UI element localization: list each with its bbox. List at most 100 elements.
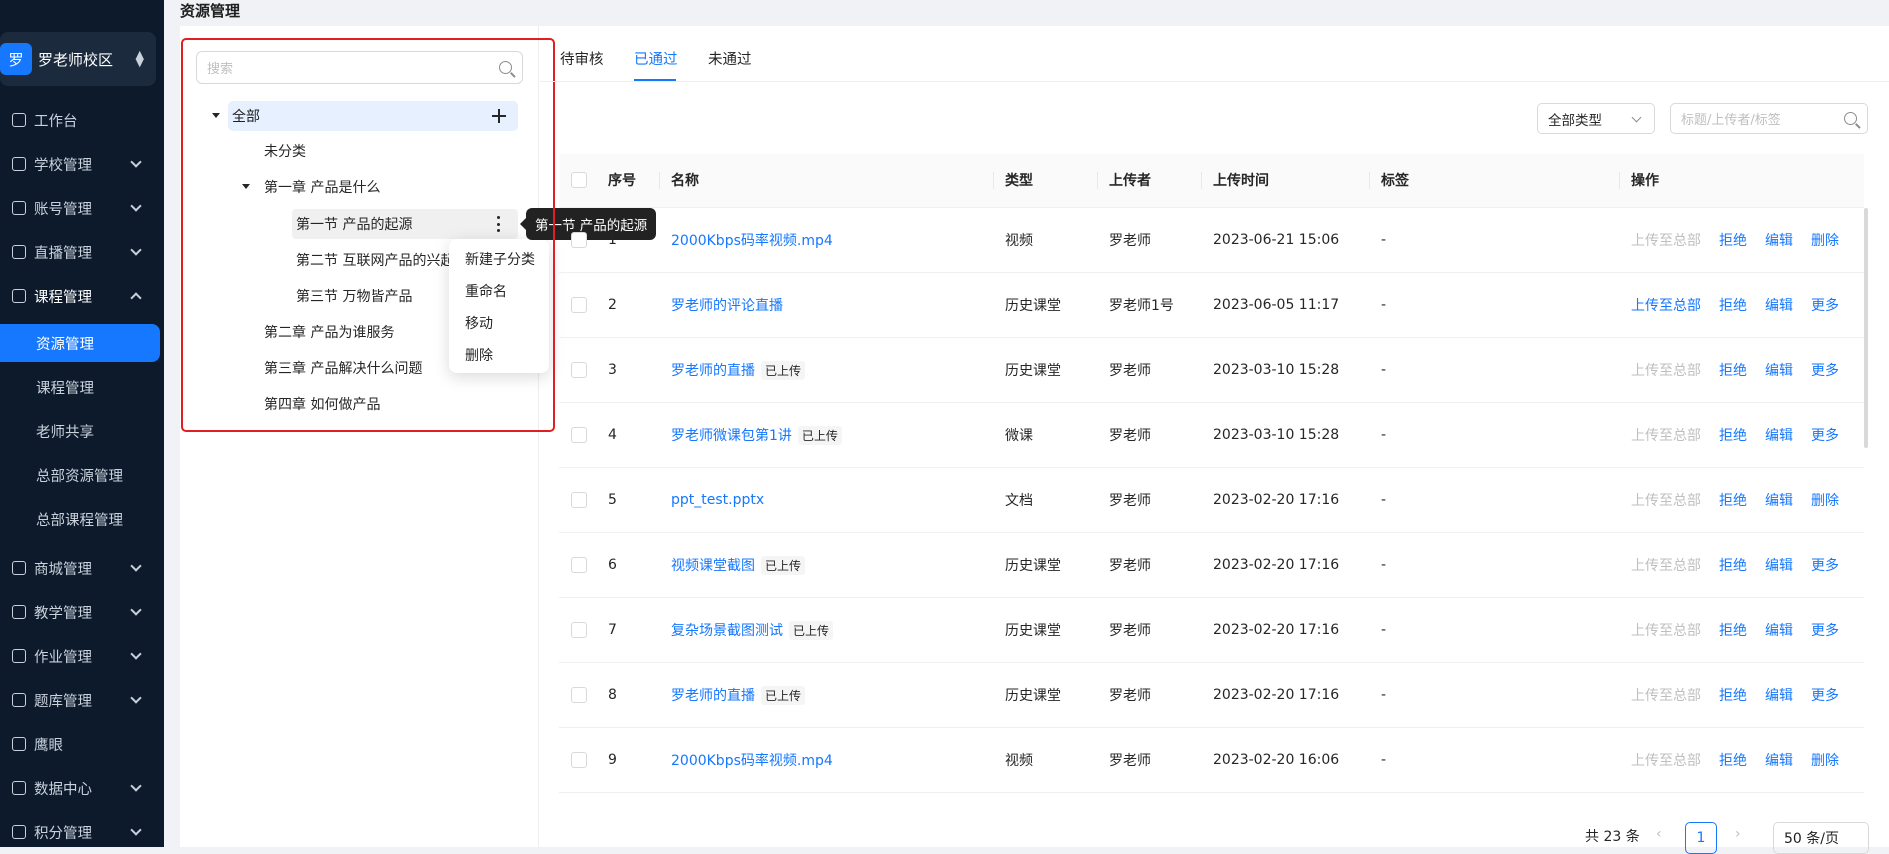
resource-link[interactable]: 2000Kbps码率视频.mp4: [671, 753, 833, 769]
row-action[interactable]: 拒绝: [1719, 623, 1747, 639]
tree-search-input[interactable]: 搜索: [196, 51, 523, 84]
row-action[interactable]: 拒绝: [1719, 298, 1747, 314]
row-checkbox[interactable]: [571, 231, 587, 248]
row-action[interactable]: 删除: [1811, 753, 1839, 769]
row-action[interactable]: 上传至总部: [1631, 363, 1701, 379]
nav-course[interactable]: 课程管理: [0, 276, 164, 316]
nav-shop[interactable]: 商城管理: [0, 548, 164, 588]
row-checkbox[interactable]: [571, 361, 587, 378]
row-action[interactable]: 上传至总部: [1631, 753, 1701, 769]
add-icon[interactable]: [492, 109, 506, 123]
menu-item-rename[interactable]: 重命名: [449, 275, 549, 307]
row-action[interactable]: 编辑: [1765, 363, 1793, 379]
search-icon[interactable]: [499, 61, 512, 74]
row-checkbox[interactable]: [571, 556, 587, 573]
row-action[interactable]: 拒绝: [1719, 363, 1747, 379]
tab-approved[interactable]: 已通过: [634, 48, 678, 69]
tree-node-uncategorized[interactable]: 未分类: [264, 136, 306, 166]
resource-link[interactable]: ppt_test.pptx: [671, 492, 764, 508]
nav-question-bank[interactable]: 题库管理: [0, 680, 164, 720]
more-icon[interactable]: [497, 216, 501, 232]
row-action[interactable]: 拒绝: [1719, 688, 1747, 704]
tree-node-section-1[interactable]: 第一节 产品的起源: [296, 209, 412, 239]
resource-link[interactable]: 复杂场景截图测试: [671, 623, 783, 639]
table-scrollbar[interactable]: [1864, 208, 1868, 448]
nav-homework[interactable]: 作业管理: [0, 636, 164, 676]
row-checkbox[interactable]: [571, 686, 587, 703]
row-action[interactable]: 编辑: [1765, 753, 1793, 769]
tree-node-all[interactable]: 全部: [212, 101, 518, 131]
nav-data-center[interactable]: 数据中心: [0, 768, 164, 808]
row-action[interactable]: 上传至总部: [1631, 688, 1701, 704]
nav-school[interactable]: 学校管理: [0, 144, 164, 184]
page-number-current[interactable]: 1: [1685, 822, 1717, 854]
row-action[interactable]: 上传至总部: [1631, 558, 1701, 574]
row-action[interactable]: 拒绝: [1719, 233, 1747, 249]
page-size-select[interactable]: 50 条/页: [1773, 822, 1869, 854]
resource-search-input[interactable]: 标题/上传者/标签: [1670, 103, 1868, 134]
row-action[interactable]: 编辑: [1765, 688, 1793, 704]
row-action[interactable]: 更多: [1811, 688, 1839, 704]
row-action[interactable]: 上传至总部: [1631, 623, 1701, 639]
row-action[interactable]: 上传至总部: [1631, 233, 1701, 249]
row-action[interactable]: 编辑: [1765, 493, 1793, 509]
type-select[interactable]: 全部类型: [1537, 103, 1655, 134]
tree-node-chapter-1[interactable]: 第一章 产品是什么: [242, 172, 380, 202]
row-action[interactable]: 拒绝: [1719, 428, 1747, 444]
sub-hq-course[interactable]: 总部课程管理: [0, 500, 164, 538]
nav-eagle-eye[interactable]: 鹰眼: [0, 724, 164, 764]
row-action[interactable]: 上传至总部: [1631, 298, 1701, 314]
resource-link[interactable]: 视频课堂截图: [671, 558, 755, 574]
sub-teacher-share[interactable]: 老师共享: [0, 412, 164, 450]
nav-account[interactable]: 账号管理: [0, 188, 164, 228]
select-all-checkbox[interactable]: [571, 172, 587, 189]
sub-course-management[interactable]: 课程管理: [0, 368, 164, 406]
tree-node-chapter-4[interactable]: 第四章 如何做产品: [264, 389, 380, 419]
resource-link[interactable]: 罗老师的评论直播: [671, 298, 783, 314]
tree-node-section-3[interactable]: 第三节 万物皆产品: [296, 281, 412, 311]
menu-item-new-subcategory[interactable]: 新建子分类: [449, 243, 549, 275]
resource-link[interactable]: 罗老师的直播: [671, 363, 755, 379]
prev-page-icon[interactable]: ‹: [1656, 826, 1662, 842]
tab-pending[interactable]: 待审核: [560, 48, 604, 69]
resource-link[interactable]: 2000Kbps码率视频.mp4: [671, 233, 833, 249]
row-checkbox[interactable]: [571, 426, 587, 443]
row-checkbox[interactable]: [571, 491, 587, 508]
sub-resource-management[interactable]: 资源管理: [0, 324, 160, 362]
row-action[interactable]: 编辑: [1765, 558, 1793, 574]
row-checkbox[interactable]: [571, 621, 587, 638]
nav-dashboard[interactable]: 工作台: [0, 100, 164, 140]
row-checkbox[interactable]: [571, 296, 587, 313]
row-action[interactable]: 上传至总部: [1631, 428, 1701, 444]
row-action[interactable]: 编辑: [1765, 623, 1793, 639]
row-action[interactable]: 删除: [1811, 233, 1839, 249]
nav-teaching[interactable]: 教学管理: [0, 592, 164, 632]
nav-points[interactable]: 积分管理: [0, 812, 164, 852]
row-action[interactable]: 拒绝: [1719, 493, 1747, 509]
resource-link[interactable]: 罗老师的直播: [671, 688, 755, 704]
tree-node-section-2[interactable]: 第二节 互联网产品的兴起: [296, 245, 452, 275]
next-page-icon[interactable]: ›: [1735, 826, 1741, 842]
row-action[interactable]: 编辑: [1765, 298, 1793, 314]
row-action[interactable]: 更多: [1811, 428, 1839, 444]
row-action[interactable]: 编辑: [1765, 233, 1793, 249]
row-action[interactable]: 更多: [1811, 558, 1839, 574]
menu-item-move[interactable]: 移动: [449, 307, 549, 339]
row-action[interactable]: 上传至总部: [1631, 493, 1701, 509]
row-action[interactable]: 更多: [1811, 623, 1839, 639]
tree-node-chapter-3[interactable]: 第三章 产品解决什么问题: [264, 353, 422, 383]
sub-hq-resource[interactable]: 总部资源管理: [0, 456, 164, 494]
row-action[interactable]: 拒绝: [1719, 753, 1747, 769]
tab-rejected[interactable]: 未通过: [708, 48, 752, 69]
caret-down-icon[interactable]: [212, 113, 220, 118]
tree-node-chapter-2[interactable]: 第二章 产品为谁服务: [264, 317, 394, 347]
caret-down-icon[interactable]: [242, 184, 250, 189]
row-checkbox[interactable]: [571, 751, 587, 768]
row-action[interactable]: 拒绝: [1719, 558, 1747, 574]
nav-live[interactable]: 直播管理: [0, 232, 164, 272]
menu-item-delete[interactable]: 删除: [449, 339, 549, 371]
search-icon[interactable]: [1844, 112, 1857, 125]
resource-link[interactable]: 罗老师微课包第1讲: [671, 428, 792, 444]
school-switcher[interactable]: 罗 罗老师校区 ▲ ▼: [0, 32, 156, 86]
row-action[interactable]: 更多: [1811, 298, 1839, 314]
